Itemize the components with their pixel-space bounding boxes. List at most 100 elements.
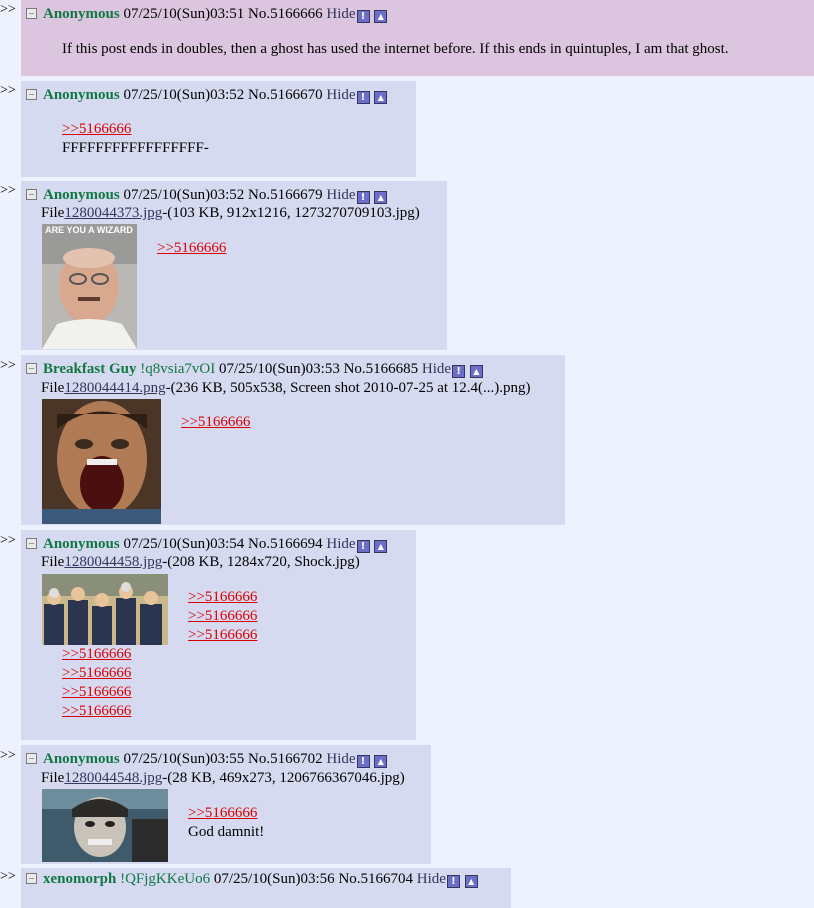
reply-arrow: >> <box>0 358 16 373</box>
hide-link[interactable]: Hide <box>326 87 355 103</box>
message-line: If this post ends in doubles, then a gho… <box>62 41 729 57</box>
file-link[interactable]: 1280044373.jpg <box>64 205 162 221</box>
thumbnail-caption: ARE YOU A WIZARD <box>45 225 133 235</box>
post-message: >>5166666 God damnit! <box>188 804 264 842</box>
post-date: 07/25/10(Sun)03:55 <box>123 751 245 767</box>
post-number[interactable]: No.5166670 <box>248 87 323 103</box>
thumbnail-image[interactable]: ARE YOU A WIZARD <box>42 224 137 349</box>
post-message: >>5166666 <box>181 413 250 432</box>
file-details: -(103 KB, 912x1216, 1273270709103.jpg) <box>162 205 420 221</box>
hide-link[interactable]: Hide <box>417 871 446 887</box>
post-number[interactable]: No.5166694 <box>248 536 323 552</box>
post-message: >>5166666 >>5166666 >>5166666 <box>188 588 257 645</box>
quote-link[interactable]: >>5166666 <box>188 588 257 607</box>
quote-link[interactable]: >>5166666 <box>62 683 131 702</box>
post-number[interactable]: No.5166666 <box>248 6 323 22</box>
file-details: -(28 KB, 469x273, 1206766367046.jpg) <box>162 770 405 786</box>
delete-checkbox[interactable] <box>26 8 37 19</box>
quote-link[interactable]: >>5166666 <box>62 645 131 664</box>
hide-link[interactable]: Hide <box>326 187 355 203</box>
reply-arrow: >> <box>0 533 16 548</box>
file-info: File1280044458.jpg-(208 KB, 1284x720, Sh… <box>41 553 360 572</box>
file-label: File <box>41 380 65 396</box>
post-reply: Breakfast Guy !q8vsia7vOI 07/25/10(Sun)0… <box>21 355 565 525</box>
quote-link[interactable]: >>5166666 <box>157 239 226 258</box>
hide-link[interactable]: Hide <box>326 6 355 22</box>
reply-arrow: >> <box>0 183 16 198</box>
post-message: >>5166666 <box>157 239 226 258</box>
report-icon[interactable]: ! <box>356 540 370 553</box>
quick-reply-icon[interactable]: ▲ <box>374 191 388 204</box>
quote-link[interactable]: >>5166666 <box>188 626 257 645</box>
hide-link[interactable]: Hide <box>326 536 355 552</box>
post-date: 07/25/10(Sun)03:54 <box>123 536 245 552</box>
quick-reply-icon[interactable]: ▲ <box>469 365 483 378</box>
post-number[interactable]: No.5166685 <box>344 361 419 377</box>
file-info: File1280044414.png-(236 KB, 505x538, Scr… <box>41 379 531 398</box>
delete-checkbox[interactable] <box>26 89 37 100</box>
quick-reply-icon[interactable]: ▲ <box>464 875 478 888</box>
delete-checkbox[interactable] <box>26 363 37 374</box>
poster-name: Breakfast Guy <box>43 361 137 377</box>
quick-reply-icon[interactable]: ▲ <box>374 91 388 104</box>
report-icon[interactable]: ! <box>356 10 370 23</box>
thumbnail-image[interactable] <box>42 399 161 524</box>
file-info: File1280044373.jpg-(103 KB, 912x1216, 12… <box>41 204 420 223</box>
file-link[interactable]: 1280044414.png <box>64 380 165 396</box>
post-header: Breakfast Guy !q8vsia7vOI 07/25/10(Sun)0… <box>26 360 483 378</box>
post-header: Anonymous 07/25/10(Sun)03:55 No.5166702 … <box>26 750 388 768</box>
post-date: 07/25/10(Sun)03:52 <box>123 187 245 203</box>
tripcode: !q8vsia7vOI <box>140 361 216 377</box>
post-date: 07/25/10(Sun)03:51 <box>123 6 245 22</box>
report-icon[interactable]: ! <box>356 755 370 768</box>
file-info: File1280044548.jpg-(28 KB, 469x273, 1206… <box>41 769 405 788</box>
poster-name: Anonymous <box>43 6 120 22</box>
reply-arrow: >> <box>0 2 16 17</box>
delete-checkbox[interactable] <box>26 189 37 200</box>
post-header: Anonymous 07/25/10(Sun)03:52 No.5166670 … <box>26 86 388 104</box>
post-date: 07/25/10(Sun)03:52 <box>123 87 245 103</box>
post-message: If this post ends in doubles, then a gho… <box>62 40 729 59</box>
quote-link[interactable]: >>5166666 <box>188 607 257 626</box>
post-date: 07/25/10(Sun)03:53 <box>218 361 340 377</box>
quick-reply-icon[interactable]: ▲ <box>374 755 388 768</box>
reply-arrow: >> <box>0 869 16 884</box>
quick-reply-icon[interactable]: ▲ <box>374 10 388 23</box>
post-header: Anonymous 07/25/10(Sun)03:54 No.5166694 … <box>26 535 388 553</box>
hide-link[interactable]: Hide <box>422 361 451 377</box>
file-link[interactable]: 1280044548.jpg <box>64 770 162 786</box>
quote-link[interactable]: >>5166666 <box>62 702 131 721</box>
post-reply: Anonymous 07/25/10(Sun)03:52 No.5166679 … <box>21 181 447 350</box>
quote-link[interactable]: >>5166666 <box>181 413 250 432</box>
delete-checkbox[interactable] <box>26 873 37 884</box>
file-link[interactable]: 1280044458.jpg <box>64 554 162 570</box>
post-number[interactable]: No.5166702 <box>248 751 323 767</box>
quote-link[interactable]: >>5166666 <box>62 120 209 139</box>
poster-name: xenomorph <box>43 871 117 887</box>
message-line: God damnit! <box>188 824 265 840</box>
message-line: FFFFFFFFFFFFFFFFF- <box>62 140 209 156</box>
delete-checkbox[interactable] <box>26 753 37 764</box>
quick-reply-icon[interactable]: ▲ <box>374 540 388 553</box>
post-header: xenomorph !QFjgKKeUo6 07/25/10(Sun)03:56… <box>26 870 478 888</box>
post-number[interactable]: No.5166704 <box>338 871 413 887</box>
delete-checkbox[interactable] <box>26 538 37 549</box>
post-reply: Anonymous 07/25/10(Sun)03:52 No.5166670 … <box>21 81 416 177</box>
report-icon[interactable]: ! <box>452 365 466 378</box>
post-header: Anonymous 07/25/10(Sun)03:51 No.5166666 … <box>26 5 388 23</box>
file-label: File <box>41 554 65 570</box>
quote-link[interactable]: >>5166666 <box>188 804 264 823</box>
report-icon[interactable]: ! <box>356 191 370 204</box>
poster-name: Anonymous <box>43 751 120 767</box>
post-reply: Anonymous 07/25/10(Sun)03:55 No.5166702 … <box>21 745 431 864</box>
report-icon[interactable]: ! <box>356 91 370 104</box>
file-label: File <box>41 205 65 221</box>
hide-link[interactable]: Hide <box>326 751 355 767</box>
report-icon[interactable]: ! <box>446 875 460 888</box>
post-number[interactable]: No.5166679 <box>248 187 323 203</box>
quote-link[interactable]: >>5166666 <box>62 664 131 683</box>
post-message: >>5166666 FFFFFFFFFFFFFFFFF- <box>62 120 209 158</box>
thumbnail-image[interactable] <box>42 789 168 862</box>
thumbnail-image[interactable] <box>42 574 168 645</box>
file-label: File <box>41 770 65 786</box>
